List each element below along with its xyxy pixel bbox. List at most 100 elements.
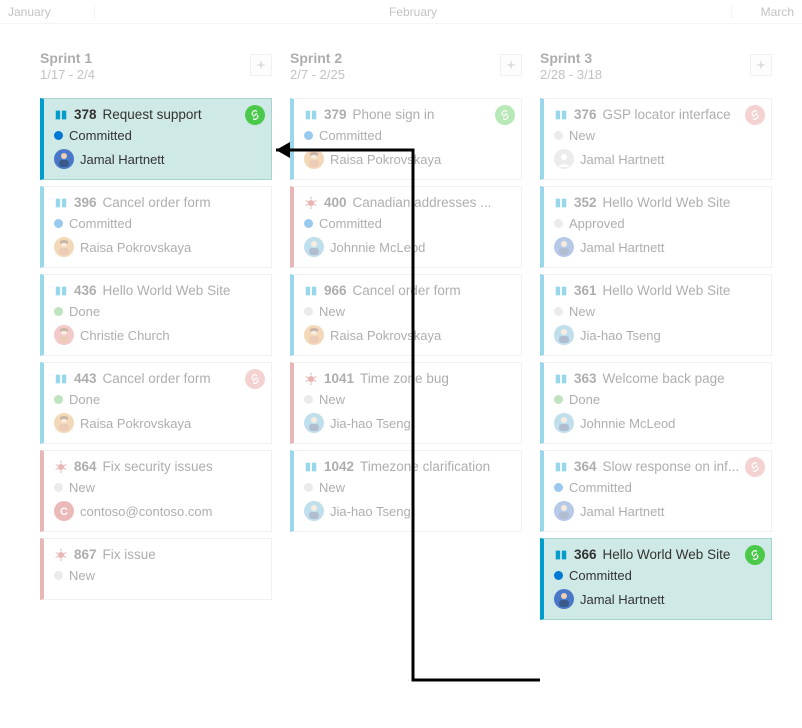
state-row: Done [54,392,261,407]
card-title-row: 436Hello World Web Site [54,283,261,298]
avatar [304,237,324,257]
state-row: Done [54,304,261,319]
state-dot-icon [54,307,63,316]
state-row: Committed [554,568,761,583]
work-item-title: Welcome back page [603,371,761,386]
card-title-row: 400 Canadian addresses ... [304,195,511,210]
avatar: C [54,501,74,521]
state-label: Approved [569,216,625,231]
state-row: Committed [54,128,261,143]
state-label: Done [69,392,100,407]
bug-icon [54,548,68,562]
assignee-row: Jamal Hartnett [554,149,761,169]
work-item-card[interactable]: 363Welcome back pageDoneJohnnie McLeod [540,362,772,444]
state-row: New [54,568,261,583]
card-title-row: 396Cancel order form [54,195,261,210]
work-item-card[interactable]: 378Request supportCommittedJamal Hartnet… [40,98,272,180]
month-header: January February March [0,0,802,24]
sprint-header: Sprint 32/28 - 3/18+ [540,50,772,82]
add-item-button[interactable]: + [250,54,272,76]
link-badge-icon[interactable] [495,105,515,125]
sprint-name: Sprint 1 [40,50,242,66]
backlog-item-icon [54,108,68,122]
sprint-dates: 2/28 - 3/18 [540,67,742,82]
bug-icon [54,460,68,474]
work-item-title: Timezone clarification [360,459,511,474]
work-item-id: 400 [324,195,347,210]
link-badge-icon[interactable] [745,545,765,565]
sprint-dates: 1/17 - 2/4 [40,67,242,82]
assignee-row: Jia-hao Tseng [554,325,761,345]
work-item-card[interactable]: 867 Fix issue New [40,538,272,600]
work-item-title: Fix issue [103,547,261,562]
avatar [554,149,574,169]
work-item-card[interactable]: 396Cancel order formCommittedRaisa Pokro… [40,186,272,268]
assignee-row: Raisa Pokrovskaya [304,325,511,345]
link-badge-icon[interactable] [245,105,265,125]
state-label: New [319,392,345,407]
card-title-row: 443Cancel order form [54,371,261,386]
assignee-name: Raisa Pokrovskaya [330,328,441,343]
assignee-name: Jia-hao Tseng [580,328,661,343]
avatar [304,501,324,521]
work-item-card[interactable]: 436Hello World Web Site Done Christie Chur… [40,274,272,356]
work-item-card[interactable]: 352Hello World Web SiteApprovedJamal Har… [540,186,772,268]
assignee-name: Jamal Hartnett [580,152,665,167]
add-item-button[interactable]: + [500,54,522,76]
work-item-id: 376 [574,107,597,122]
work-item-title: Hello World Web Site [103,283,261,298]
work-item-title: Slow response on inf... [603,459,761,474]
card-title-row: 361Hello World Web Site [554,283,761,298]
state-row: Committed [554,480,761,495]
backlog-item-icon [304,108,318,122]
state-row: New [554,128,761,143]
assignee-name: Jia-hao Tseng [330,416,411,431]
work-item-id: 966 [324,283,347,298]
work-item-card[interactable]: 443Cancel order formDoneRaisa Pokrovskay… [40,362,272,444]
work-item-id: 1042 [324,459,354,474]
work-item-title: Hello World Web Site [603,283,761,298]
work-item-id: 1041 [324,371,354,386]
assignee-name: Raisa Pokrovskaya [330,152,441,167]
work-item-card[interactable]: 376GSP locator interfaceNewJamal Hartnet… [540,98,772,180]
state-row: Committed [304,216,511,231]
sprint-column: Sprint 11/17 - 2/4 +378Request supportCom… [40,50,272,626]
backlog-item-icon [554,196,568,210]
state-dot-icon [54,219,63,228]
backlog-item-icon [54,196,68,210]
backlog-item-icon [54,372,68,386]
backlog-item-icon [554,284,568,298]
work-item-card[interactable]: 361Hello World Web SiteNewJia-hao Tseng [540,274,772,356]
state-dot-icon [304,219,313,228]
sprint-name: Sprint 2 [290,50,492,66]
work-item-card[interactable]: 1042 Timezone clarification New Jia-hao Tse… [290,450,522,532]
work-item-id: 867 [74,547,97,562]
work-item-title: Canadian addresses ... [353,195,511,210]
assignee-name: Jia-hao Tseng [330,504,411,519]
work-item-card[interactable]: 1041Time zone bugNewJia-hao Tseng [290,362,522,444]
assignee-name: Johnnie McLeod [330,240,425,255]
card-title-row: 864Fix security issues [54,459,261,474]
assignee-name: Johnnie McLeod [580,416,675,431]
work-item-card[interactable]: 366Hello World Web SiteCommittedJamal Ha… [540,538,772,620]
state-dot-icon [54,483,63,492]
sprint-header: Sprint 22/7 - 2/25+ [290,50,522,82]
add-item-button[interactable]: + [750,54,772,76]
work-item-id: 443 [74,371,97,386]
link-badge-icon[interactable] [745,457,765,477]
work-item-title: Hello World Web Site [603,547,761,562]
link-badge-icon[interactable] [745,105,765,125]
state-label: Committed [319,128,382,143]
work-item-card[interactable]: 966Cancel order formNewRaisa Pokrovskaya [290,274,522,356]
state-label: New [69,480,95,495]
work-item-card[interactable]: 864Fix security issuesNewCcontoso@contos… [40,450,272,532]
link-badge-icon[interactable] [245,369,265,389]
state-row: New [304,480,511,495]
work-item-card[interactable]: 379Phone sign inCommittedRaisa Pokrovska… [290,98,522,180]
work-item-card[interactable]: 364Slow response on inf...CommittedJamal… [540,450,772,532]
state-dot-icon [304,395,313,404]
work-item-card[interactable]: 400 Canadian addresses ... Committed Johnni… [290,186,522,268]
assignee-name: Jamal Hartnett [580,592,665,607]
assignee-row: Christie Church [54,325,261,345]
work-item-title: Hello World Web Site [603,195,761,210]
